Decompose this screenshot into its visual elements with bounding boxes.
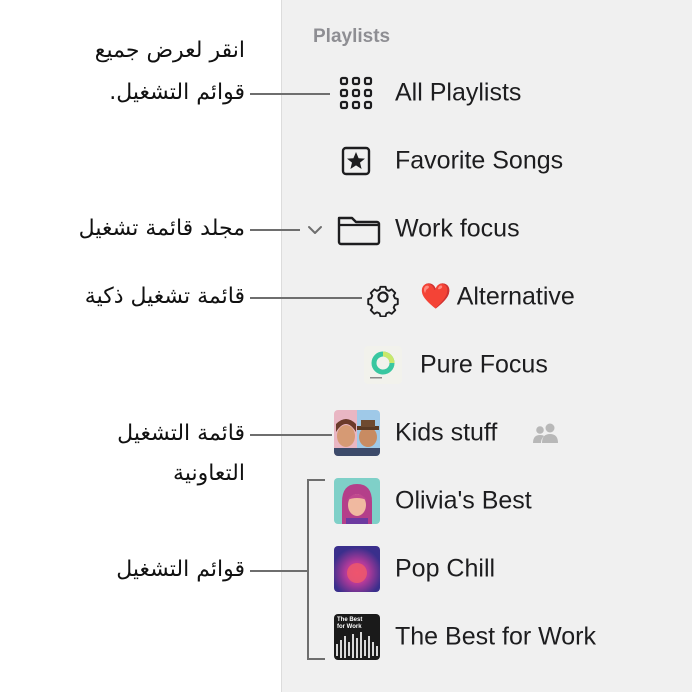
sidebar-item-label: ❤️ Alternative <box>420 282 575 311</box>
kids-stuff-artwork <box>334 410 380 456</box>
sidebar-item-label: Work focus <box>395 214 520 243</box>
grid-icon <box>339 76 373 110</box>
sidebar-item-label: The Best for Work <box>395 622 596 651</box>
sidebar-item-label: Pop Chill <box>395 554 496 583</box>
callout-all-playlists-line1: انقر لعرض جميع <box>94 38 245 63</box>
sidebar-item-pop-chill[interactable]: Pop Chill <box>330 546 660 592</box>
folder-icon <box>337 216 381 246</box>
section-title-playlists: Playlists <box>313 26 391 47</box>
people-icon <box>533 423 558 443</box>
olivia-artwork <box>334 478 380 524</box>
sidebar-item-favorite-songs[interactable]: Favorite Songs <box>330 138 660 184</box>
sidebar-item-label: Favorite Songs <box>395 146 564 175</box>
sidebar-item-kids-stuff[interactable]: Kids stuff <box>330 410 660 456</box>
sidebar-item-the-best-for-work[interactable]: The Best for Work The Best for Work <box>330 614 660 660</box>
callout-collaborative-line1: قائمة التشغيل <box>117 421 245 446</box>
callout-collaborative-line2: التعاونية <box>173 461 245 486</box>
callout-folder: مجلد قائمة تشغيل <box>78 216 245 241</box>
callout-all-playlists-line2: قوائم التشغيل. <box>109 80 245 105</box>
sidebar-item-all-playlists[interactable]: All Playlists <box>330 70 660 116</box>
bracket-top <box>307 479 325 481</box>
sidebar-item-pure-focus[interactable]: Pure Focus <box>362 342 662 388</box>
bracket-vertical <box>307 479 309 659</box>
best-for-work-artwork: The Best for Work <box>334 614 380 660</box>
sidebar-item-alternative[interactable]: ❤️ Alternative <box>362 274 662 320</box>
sidebar-item-label: Olivia's Best <box>395 486 532 515</box>
sidebar-item-work-focus[interactable]: Work focus <box>330 206 660 252</box>
sidebar-item-label: All Playlists <box>395 78 522 107</box>
callout-line <box>250 297 362 299</box>
pop-chill-artwork <box>334 546 380 592</box>
star-square-icon <box>341 146 371 176</box>
callout-smart-playlist: قائمة تشغيل ذكية <box>84 284 245 309</box>
sidebar-item-olivias-best[interactable]: Olivia's Best <box>330 478 660 524</box>
sidebar-item-label: Pure Focus <box>420 350 548 379</box>
artwork-title: The Best for Work <box>337 617 363 630</box>
callout-line <box>250 434 332 436</box>
gear-icon <box>367 285 399 317</box>
sidebar-item-label: Kids stuff <box>395 418 498 447</box>
callout-line <box>250 93 330 95</box>
pure-focus-artwork <box>364 346 402 384</box>
callout-line <box>250 229 300 231</box>
callout-line <box>250 570 308 572</box>
chevron-down-icon[interactable] <box>305 220 325 240</box>
bracket-bottom <box>307 658 325 660</box>
callout-playlists: قوائم التشغيل <box>116 557 245 582</box>
